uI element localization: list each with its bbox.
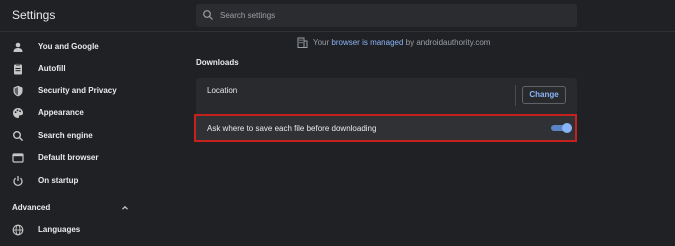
sidebar-item-on-startup[interactable]: On startup — [0, 171, 190, 191]
sidebar-item-label: Search engine — [38, 131, 93, 140]
sidebar-item-label: On startup — [38, 176, 79, 185]
person-icon — [13, 42, 23, 52]
page-title: Settings — [12, 8, 56, 22]
toggle-knob — [562, 123, 572, 133]
section-title-downloads: Downloads — [196, 58, 239, 67]
sidebar-item-search-engine[interactable]: Search engine — [0, 126, 190, 146]
browser-icon — [12, 153, 24, 163]
sidebar-item-default-browser[interactable]: Default browser — [0, 148, 190, 168]
managed-link[interactable]: browser is managed — [331, 38, 403, 47]
location-label: Location — [207, 86, 238, 95]
power-icon — [13, 176, 23, 187]
advanced-label: Advanced — [12, 203, 51, 212]
sidebar-item-appearance[interactable]: Appearance — [0, 103, 190, 123]
palette-icon — [13, 108, 23, 118]
sidebar-item-label: Languages — [38, 225, 81, 234]
sidebar-item-label: Security and Privacy — [38, 86, 117, 95]
managed-prefix: Your — [313, 38, 332, 47]
ask-where-to-save-row[interactable]: Ask where to save each file before downl… — [194, 114, 577, 142]
search-icon — [203, 10, 213, 20]
location-row: Location Change — [196, 78, 577, 111]
managed-notice: Your browser is managed by androidauthor… — [297, 37, 490, 51]
globe-icon — [12, 224, 24, 236]
building-icon — [297, 37, 308, 48]
managed-suffix: by androidauthority.com — [403, 38, 491, 47]
sidebar-item-label: Autofill — [38, 64, 66, 73]
sidebar-item-security-and-privacy[interactable]: Security and Privacy — [0, 81, 190, 101]
sidebar-item-label: You and Google — [38, 42, 99, 51]
chevron-up-icon — [122, 205, 128, 210]
shield-icon — [13, 85, 23, 97]
ask-where-to-save-toggle[interactable] — [551, 123, 572, 133]
sidebar: You and Google Autofill Security and Pri… — [0, 32, 190, 246]
sidebar-item-label: Appearance — [38, 108, 84, 117]
sidebar-item-you-and-google[interactable]: You and Google — [0, 37, 190, 57]
sidebar-item-languages[interactable]: Languages — [0, 220, 190, 240]
ask-where-to-save-label: Ask where to save each file before downl… — [207, 124, 377, 133]
search-input[interactable] — [220, 4, 560, 27]
change-location-button[interactable]: Change — [522, 86, 566, 104]
divider — [515, 85, 516, 106]
top-bar: Settings — [0, 0, 675, 32]
sidebar-item-label: Default browser — [38, 153, 99, 162]
advanced-section-toggle[interactable]: Advanced — [0, 200, 190, 218]
sidebar-item-autofill[interactable]: Autofill — [0, 59, 190, 79]
search-box[interactable] — [196, 4, 577, 27]
search-icon — [13, 131, 24, 142]
downloads-card: Location Change Ask where to save each f… — [194, 78, 577, 142]
clipboard-icon — [14, 63, 22, 75]
